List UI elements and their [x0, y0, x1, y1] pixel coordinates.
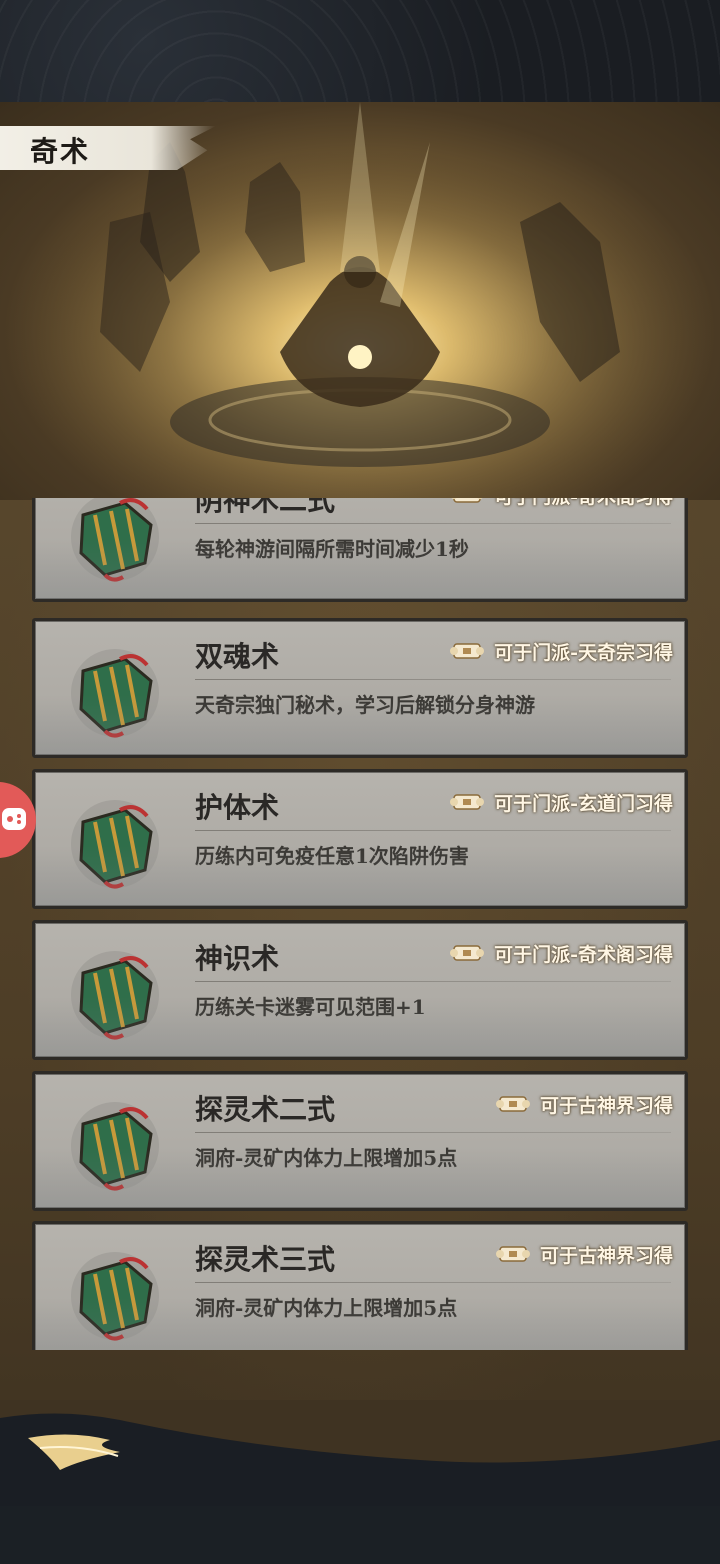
technique-description: 历练关卡迷雾可见范围+1: [195, 995, 426, 1019]
top-decorative-band: [0, 0, 720, 102]
scroll-icon: [450, 945, 485, 961]
technique-source: 可于门派-奇术阁习得: [450, 939, 673, 967]
technique-source-text: 可于门派-奇术阁习得: [494, 498, 673, 509]
list-item[interactable]: 探灵术二式 可于古神界习得 洞府-灵矿内体力上限增加5点: [32, 1071, 688, 1211]
technique-name: 探灵术二式: [195, 1093, 336, 1126]
technique-name: 神识术: [195, 942, 280, 975]
scripture-book-icon: [71, 498, 159, 582]
technique-description: 历练内可免疫任意1次陷阱伤害: [195, 844, 469, 868]
divider: [195, 1132, 671, 1133]
technique-description: 每轮神游间隔所需时间减少1秒: [195, 537, 469, 561]
divider: [195, 679, 671, 680]
technique-name: 双魂术: [195, 640, 280, 673]
divider: [195, 523, 671, 524]
technique-list[interactable]: 阴神术二式 可于门派-奇术阁习得 每轮神游间隔所需时间减少1秒 双魂术: [32, 498, 688, 1350]
scripture-book-icon: [71, 1102, 159, 1191]
scripture-book-icon: [71, 1252, 159, 1341]
technique-source-text: 可于古神界习得: [539, 1244, 673, 1267]
scripture-book-icon: [71, 951, 159, 1040]
technique-description: 洞府-灵矿内体力上限增加5点: [195, 1146, 458, 1170]
scroll-icon: [495, 1096, 530, 1112]
technique-source-text: 可于古神界习得: [539, 1094, 673, 1117]
list-item[interactable]: 阴神术二式 可于门派-奇术阁习得 每轮神游间隔所需时间减少1秒: [32, 498, 688, 602]
technique-name: 探灵术三式: [195, 1243, 336, 1276]
technique-source-text: 可于门派-奇术阁习得: [494, 943, 673, 966]
scripture-book-icon: [71, 800, 159, 889]
technique-source-text: 可于门派-玄道门习得: [494, 792, 673, 815]
technique-name: 阴神术二式: [195, 498, 336, 517]
technique-source-text: 可于门派-天奇宗习得: [494, 641, 673, 664]
technique-description: 天奇宗独门秘术，学习后解锁分身神游: [195, 693, 535, 717]
scripture-book-icon: [71, 649, 159, 738]
bottom-decorative-band: [0, 1400, 720, 1564]
list-item[interactable]: 探灵术三式 可于古神界习得 洞府-灵矿内体力上限增加5点: [32, 1221, 688, 1350]
divider: [195, 830, 671, 831]
scroll-icon: [451, 498, 483, 503]
technique-name: 护体术: [195, 791, 280, 824]
scroll-icon: [450, 794, 485, 810]
technique-source: 可于古神界习得: [495, 1090, 673, 1118]
scroll-icon: [450, 643, 485, 659]
page-title: 奇术: [30, 135, 91, 168]
technique-source: 可于古神界习得: [495, 1240, 673, 1268]
divider: [195, 981, 671, 982]
technique-source: 可于门派-天奇宗习得: [450, 637, 673, 665]
divider: [195, 1282, 671, 1283]
list-item[interactable]: 神识术 可于门派-奇术阁习得 历练关卡迷雾可见范围+1: [32, 920, 688, 1060]
gamepad-icon: [2, 808, 26, 830]
technique-source: 可于门派-奇术阁习得: [450, 498, 673, 509]
scroll-icon: [495, 1246, 530, 1262]
list-item[interactable]: 双魂术 可于门派-天奇宗习得 天奇宗独门秘术，学习后解锁分身神游: [32, 618, 688, 758]
technique-description: 洞府-灵矿内体力上限增加5点: [195, 1296, 458, 1320]
list-item[interactable]: 护体术 可于门派-玄道门习得 历练内可免疫任意1次陷阱伤害: [32, 769, 688, 909]
technique-source: 可于门派-玄道门习得: [450, 788, 673, 816]
